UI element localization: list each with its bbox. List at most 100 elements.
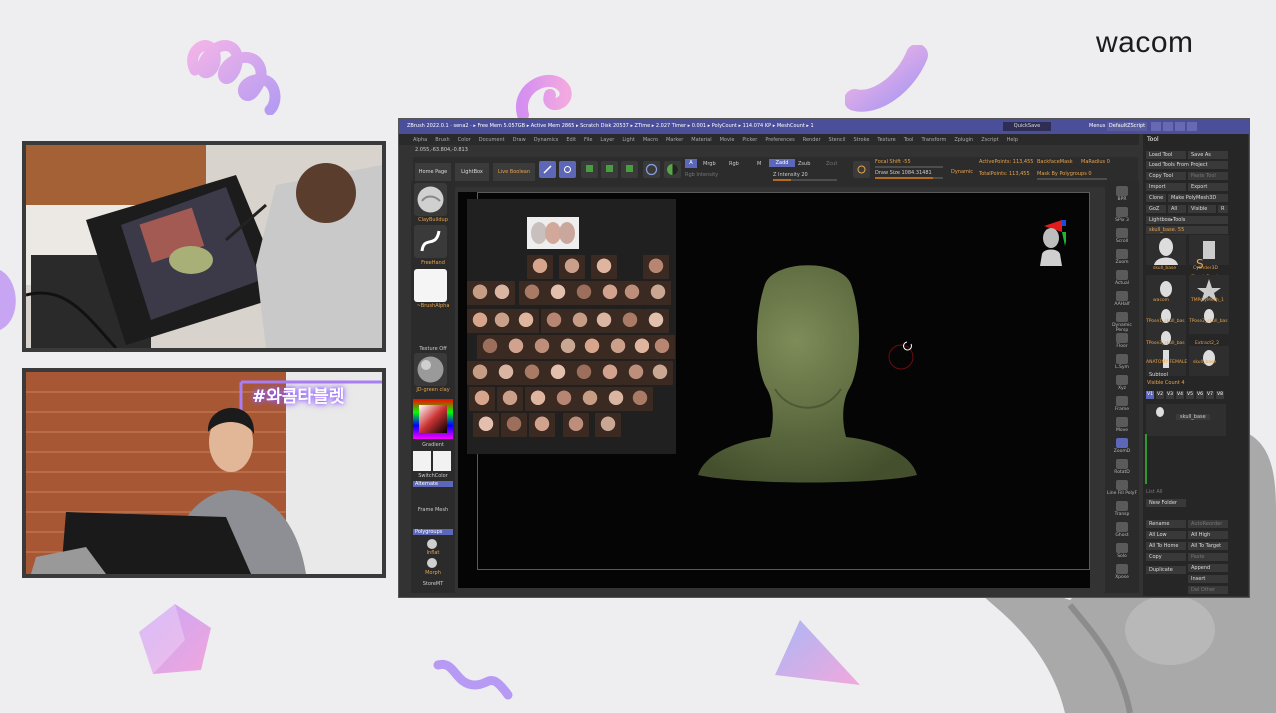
clay-buildup-brush-icon[interactable] (414, 183, 447, 216)
morph-brush-icon[interactable] (426, 557, 438, 569)
dynamic-toggle[interactable]: Dynamic (951, 169, 973, 175)
menu-item[interactable]: Tool (904, 137, 914, 143)
a-button[interactable]: A (685, 159, 697, 168)
menu-item[interactable]: Dynamics (534, 137, 559, 143)
goz-button[interactable]: GoZ (1146, 205, 1166, 213)
secondary-color-swatch[interactable] (433, 451, 451, 471)
material-sphere-button[interactable] (664, 161, 681, 178)
subtool-version-button[interactable]: V5 (1186, 391, 1194, 399)
simplebrush-icon[interactable]: S (1189, 256, 1209, 270)
menu-item[interactable]: Stroke (853, 137, 869, 143)
home-page-button[interactable]: Home Page (415, 163, 451, 181)
live-boolean-button[interactable]: Live Boolean (493, 163, 535, 181)
zsub-button[interactable]: Zsub (798, 161, 810, 167)
subtool-list[interactable]: skull_base (1146, 404, 1226, 436)
all-button[interactable]: All (1168, 205, 1186, 213)
menu-item[interactable]: Movie (720, 137, 735, 143)
current-tool-slider[interactable]: skull_base. 55 (1146, 226, 1228, 234)
default-zscript-button[interactable]: DefaultZScript (1107, 122, 1147, 131)
new-folder-button[interactable]: New Folder (1146, 499, 1186, 507)
freehand-stroke-icon[interactable] (414, 225, 447, 258)
subtool-version-button[interactable]: V6 (1196, 391, 1204, 399)
visible-count-slider[interactable]: Visible Count 4 (1147, 380, 1185, 386)
visible-button[interactable]: Visible (1188, 205, 1216, 213)
edit-mode-button[interactable] (539, 161, 556, 178)
texture-off-label[interactable]: Texture Off (413, 346, 453, 352)
main-color-swatch[interactable] (413, 451, 431, 471)
duplicate-button[interactable]: Duplicate (1146, 566, 1186, 574)
storemt-button[interactable]: StoreMT (413, 581, 453, 587)
import-button[interactable]: Import (1146, 183, 1186, 191)
polygroups-button[interactable]: Polygroups (413, 529, 453, 535)
gradient-label[interactable]: Gradient (413, 442, 453, 448)
zcut-button[interactable]: Zcut (826, 161, 837, 167)
menu-item[interactable]: Texture (877, 137, 895, 143)
minimize-icon[interactable] (1151, 122, 1161, 131)
menu-item[interactable]: Layer (600, 137, 614, 143)
menu-item[interactable]: Light (622, 137, 634, 143)
delete-other-button[interactable]: Del Other (1188, 586, 1228, 594)
mask-by-polygroups-slider[interactable]: Mask By Polygroups 0 (1037, 171, 1092, 177)
menu-item[interactable]: Material (691, 137, 711, 143)
z-intensity-slider[interactable]: Z Intensity 20 (773, 172, 808, 178)
menu-item[interactable]: Picker (742, 137, 757, 143)
material-sphere-icon[interactable] (414, 353, 447, 386)
frame-mesh-button[interactable]: Frame Mesh (413, 507, 453, 513)
gyro-button[interactable] (643, 161, 660, 178)
subtool-item-name[interactable]: skull_base (1176, 414, 1210, 420)
subtool-version-button[interactable]: V7 (1206, 391, 1214, 399)
menu-item[interactable]: Zscript (981, 137, 998, 143)
rename-button[interactable]: Rename (1146, 520, 1186, 528)
menu-item[interactable]: Marker (666, 137, 683, 143)
menu-item[interactable]: Transform (921, 137, 946, 143)
menu-item[interactable]: Edit (566, 137, 576, 143)
m-button[interactable]: M (757, 161, 761, 167)
menu-item[interactable]: File (584, 137, 592, 143)
copy-button[interactable]: Copy (1146, 553, 1186, 561)
focal-shift-slider[interactable]: Focal Shift -55 (875, 159, 911, 165)
load-tool-button[interactable]: Load Tool (1146, 151, 1186, 159)
scale-mode-button[interactable] (601, 161, 618, 178)
brush-alpha-icon[interactable] (414, 269, 447, 302)
all-to-home-button[interactable]: All To Home (1146, 542, 1186, 550)
menu-item[interactable]: Stencil (829, 137, 846, 143)
menu-item[interactable]: Document (479, 137, 505, 143)
subtool-version-button[interactable]: V4 (1176, 391, 1184, 399)
lightbox-tools-button[interactable]: Lightbox▸Tools (1146, 216, 1228, 224)
r-button[interactable]: R (1218, 205, 1228, 213)
stroke-button[interactable] (853, 161, 870, 178)
menu-item[interactable]: Color (458, 137, 471, 143)
save-as-button[interactable]: Save As (1188, 151, 1228, 159)
paste-tool-button[interactable]: Paste Tool (1188, 172, 1228, 180)
draw-mode-button[interactable] (559, 161, 576, 178)
maximize-icon[interactable] (1163, 122, 1173, 131)
draw-size-slider[interactable]: Draw Size 1084.31481 (875, 170, 932, 176)
menu-item[interactable]: Draw (513, 137, 526, 143)
rgb-button[interactable]: Rgb (729, 161, 739, 167)
switch-color-button[interactable]: SwitchColor (413, 473, 453, 479)
paste-button[interactable]: Paste (1188, 553, 1228, 561)
subtool-version-button[interactable]: V3 (1166, 391, 1174, 399)
make-polymesh3d-button[interactable]: Make PolyMesh3D (1168, 194, 1228, 202)
subtool-header[interactable]: Subtool (1149, 372, 1168, 378)
all-low-button[interactable]: All Low (1146, 531, 1186, 539)
export-button[interactable]: Export (1188, 183, 1228, 191)
subtool-version-button[interactable]: V1 (1146, 391, 1154, 399)
subtool-version-button[interactable]: V8 (1216, 391, 1224, 399)
load-tools-from-project-button[interactable]: Load Tools From Project (1146, 161, 1228, 169)
rgb-intensity-slider[interactable]: Rgb Intensity (685, 172, 718, 178)
inflat-brush-icon[interactable] (426, 538, 438, 550)
color-picker-icon[interactable] (413, 399, 453, 439)
menu-item[interactable]: Zplugin (954, 137, 973, 143)
copy-tool-button[interactable]: Copy Tool (1146, 172, 1186, 180)
subtool-version-button[interactable]: V2 (1156, 391, 1164, 399)
rotate-mode-button[interactable] (621, 161, 638, 178)
autoreorder-button[interactable]: AutoReorder (1188, 520, 1228, 528)
all-high-button[interactable]: All High (1188, 531, 1228, 539)
menu-item[interactable]: Render (803, 137, 821, 143)
ma-radius-slider[interactable]: MaRadius 0 (1081, 159, 1110, 165)
menu-item[interactable]: Macro (643, 137, 658, 143)
quicksave-button[interactable]: QuickSave (1003, 122, 1051, 131)
mrgb-button[interactable]: Mrgb (703, 161, 716, 167)
menu-item[interactable]: Alpha (413, 137, 427, 143)
